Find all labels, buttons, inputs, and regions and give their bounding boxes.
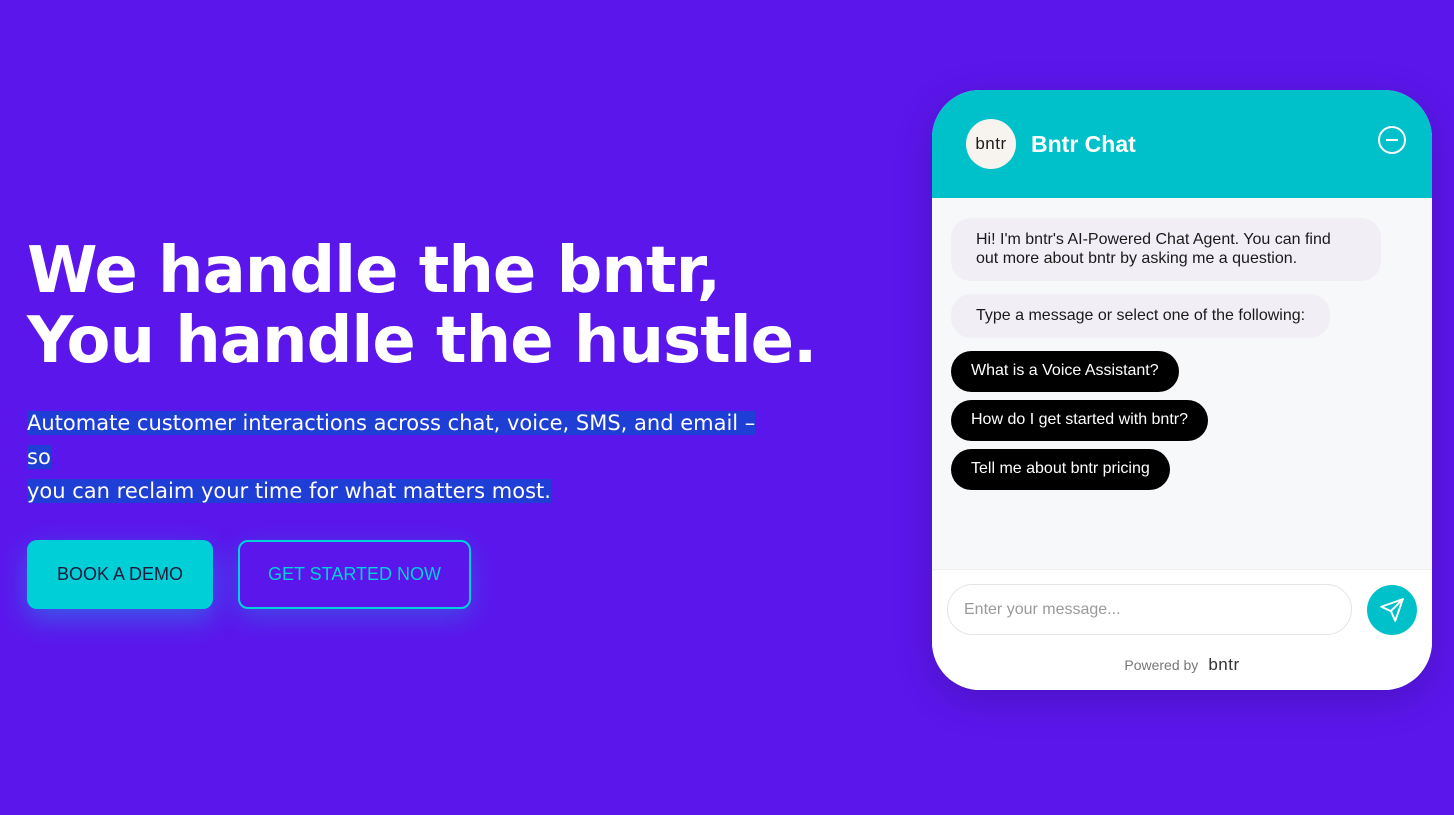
subtext-line-1: Automate customer interactions across ch… [27, 411, 756, 469]
bot-message: Type a message or select one of the foll… [951, 294, 1331, 338]
quick-reply-pricing[interactable]: Tell me about bntr pricing [951, 449, 1170, 490]
chat-header: bntr Bntr Chat [932, 90, 1432, 198]
hero-headline: We handle the bntr, You handle the hustl… [27, 234, 817, 378]
headline-line-1: We handle the bntr, [27, 234, 721, 308]
subtext-line-2: you can reclaim your time for what matte… [27, 479, 551, 503]
chat-title: Bntr Chat [1031, 130, 1136, 157]
bot-message: Hi! I'm bntr's AI-Powered Chat Agent. Yo… [951, 218, 1381, 281]
minimize-icon[interactable] [1378, 126, 1406, 154]
message-input[interactable] [947, 584, 1352, 635]
hero-subtext: Automate customer interactions across ch… [27, 406, 767, 508]
send-button[interactable] [1367, 584, 1417, 635]
hero-section: We handle the bntr, You handle the hustl… [27, 234, 817, 609]
quick-reply-get-started[interactable]: How do I get started with bntr? [951, 400, 1208, 441]
chat-messages: Hi! I'm bntr's AI-Powered Chat Agent. Yo… [932, 198, 1432, 569]
powered-by: Powered by bntr [932, 649, 1432, 690]
chat-widget: bntr Bntr Chat Hi! I'm bntr's AI-Powered… [932, 90, 1432, 690]
send-icon [1380, 597, 1404, 622]
quick-reply-list: What is a Voice Assistant? How do I get … [951, 351, 1413, 490]
get-started-button[interactable]: GET STARTED NOW [238, 540, 471, 609]
book-demo-button[interactable]: BOOK A DEMO [27, 540, 213, 609]
chat-input-row [932, 569, 1432, 649]
bntr-logo: bntr [966, 119, 1016, 169]
quick-reply-voice-assistant[interactable]: What is a Voice Assistant? [951, 351, 1179, 392]
powered-by-label: Powered by [1124, 657, 1199, 673]
headline-line-2: You handle the hustle. [27, 304, 817, 378]
powered-by-logo[interactable]: bntr [1208, 656, 1239, 674]
cta-row: BOOK A DEMO GET STARTED NOW [27, 540, 807, 609]
